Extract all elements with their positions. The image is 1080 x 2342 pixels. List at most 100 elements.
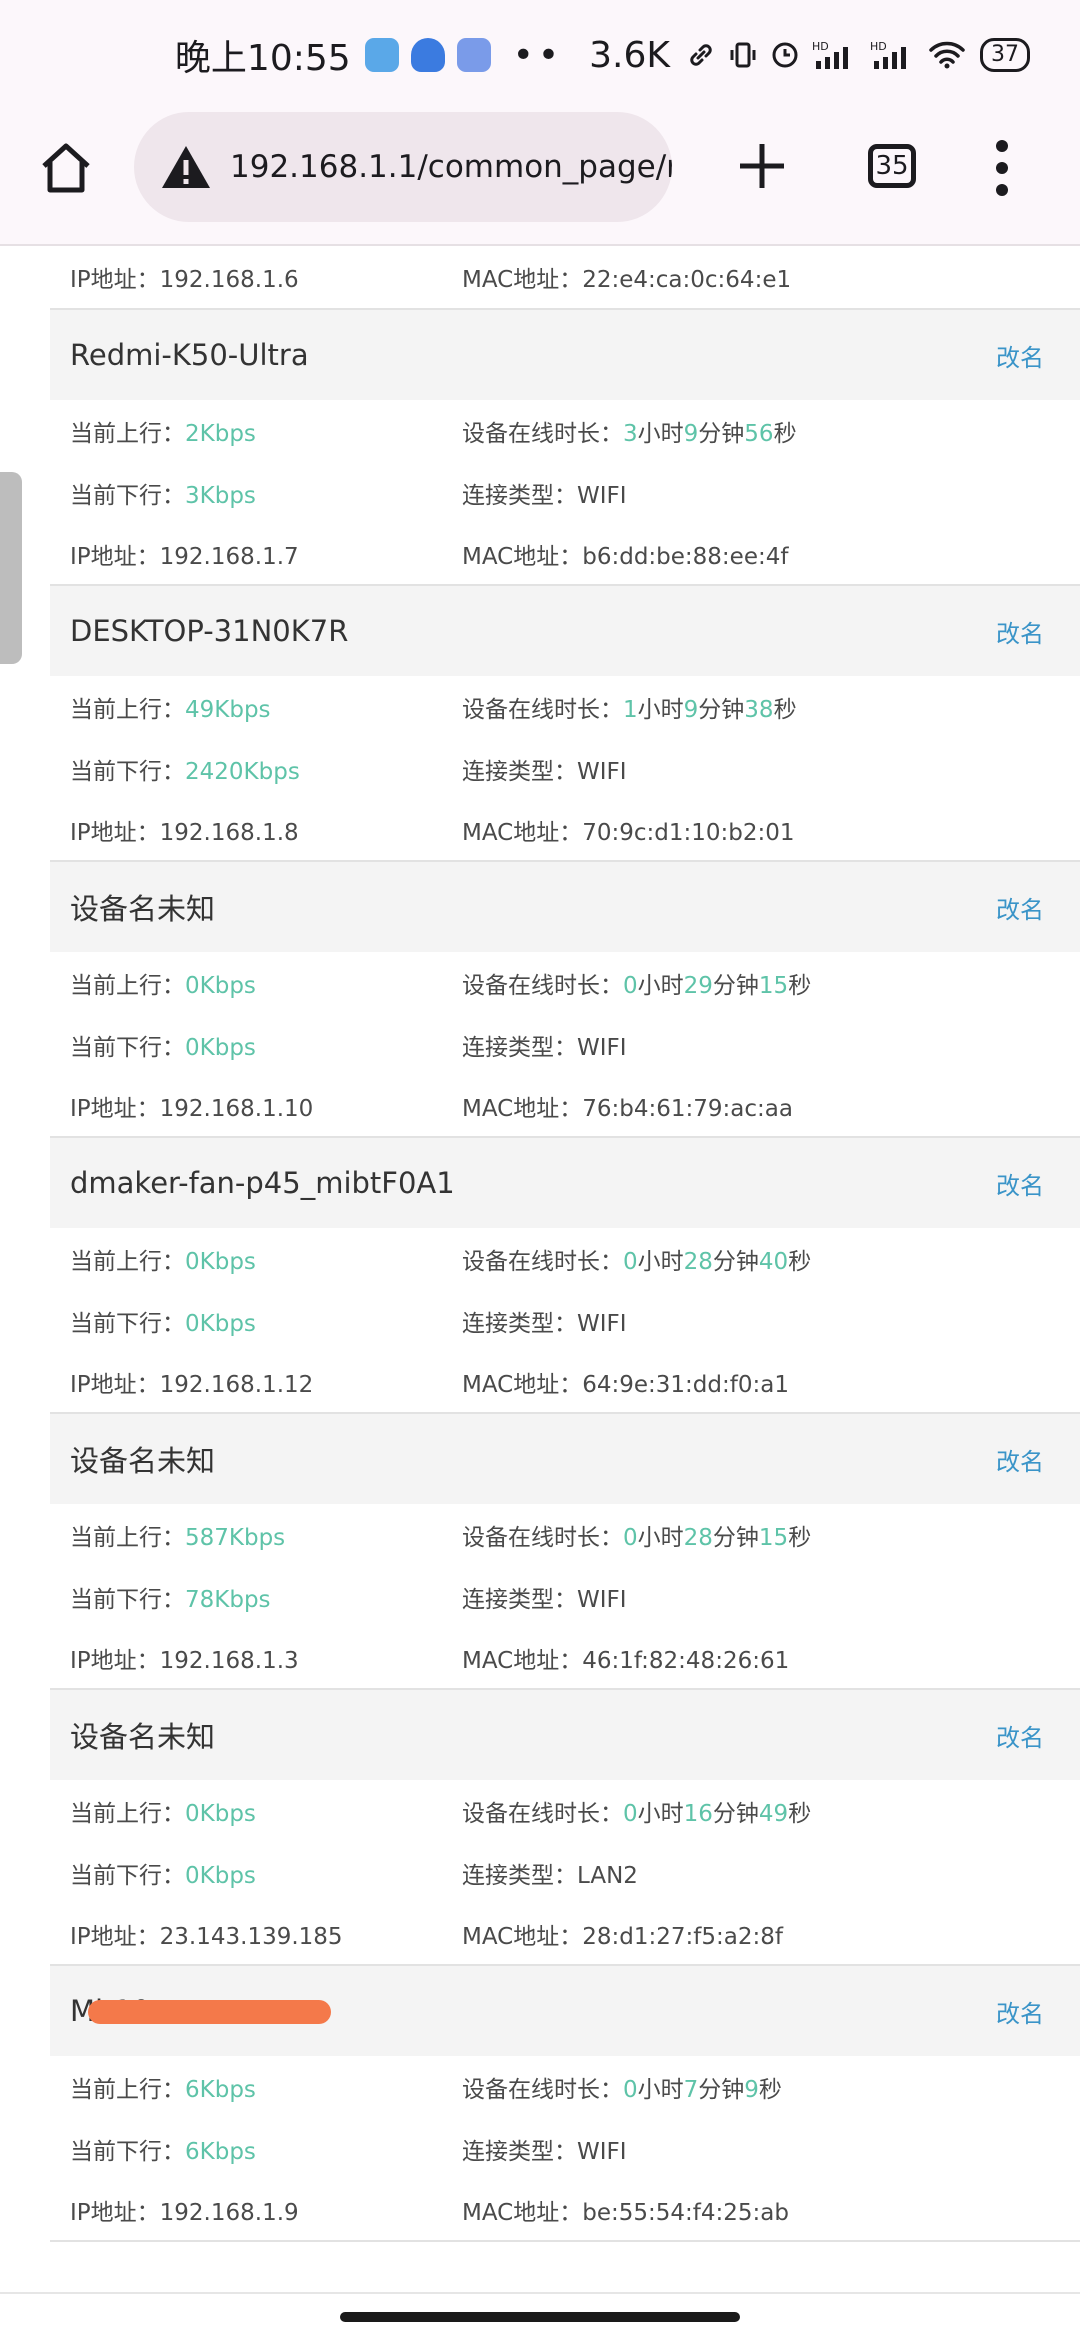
minutes-unit: 分钟 [698,421,745,447]
download-label: 当前下行： [70,1587,185,1613]
online-seconds: 40 [758,1249,789,1275]
upload-value: 0Kbps [185,973,256,999]
network-speed: 3.6K [589,34,670,76]
online-label: 设备在线时长： [462,2077,623,2103]
mac-address: MAC地址：64:9e:31:dd:f0:a1 [462,1372,789,1398]
device-row-upload: 当前上行：49Kbps 设备在线时长：1小时9分钟38秒 [50,676,1080,738]
hours-unit: 小时 [637,973,684,999]
connection-type: 连接类型：WIFI [462,483,627,509]
rename-button[interactable]: 改名 [996,1442,1044,1477]
download-label: 当前下行： [70,1863,185,1889]
seconds-unit: 秒 [758,2077,782,2103]
online-seconds: 38 [744,697,774,723]
online-label: 设备在线时长： [462,697,623,723]
online-hours: 0 [623,1525,638,1551]
device-row-address: IP地址：23.143.139.185 MAC地址：28:d1:27:f5:a2:… [50,1904,1080,1966]
svg-text:HD: HD [870,40,887,53]
upload-rate: 当前上行：6Kbps [50,2070,462,2104]
rename-button[interactable]: 改名 [996,890,1044,925]
device-row-download: 当前下行：2420Kbps 连接类型：WIFI [50,738,1080,800]
upload-label: 当前上行： [70,973,185,999]
device-header: 设备名未知 改名 [50,862,1080,952]
online-hours: 3 [623,421,638,447]
ip-address: IP地址：192.168.1.12 [70,1372,314,1398]
rename-button[interactable]: 改名 [996,338,1044,373]
upload-value: 49Kbps [185,697,271,723]
device-header: 设备名未知 改名 [50,1690,1080,1780]
connection-type: 连接类型：WIFI [462,759,627,785]
scrollbar-thumb[interactable] [0,472,22,664]
new-tab-icon[interactable] [734,138,790,194]
home-indicator[interactable] [340,2312,740,2322]
device-row-upload: 当前上行：0Kbps 设备在线时长：0小时16分钟49秒 [50,1780,1080,1842]
rename-button[interactable]: 改名 [996,614,1044,649]
online-label: 设备在线时长： [462,973,623,999]
ip-address: IP地址：192.168.1.7 [70,544,299,570]
ip-address: IP地址：192.168.1.8 [70,820,299,846]
notification-app-icon [364,38,399,72]
device-row-upload: 当前上行：0Kbps 设备在线时长：0小时29分钟15秒 [50,952,1080,1014]
hours-unit: 小时 [637,2077,684,2103]
online-minutes: 16 [683,1801,713,1827]
download-rate: 当前下行：3Kbps [50,476,462,510]
url-bar[interactable]: 192.168.1.1/common_page/main. [134,112,672,222]
device-header: 设备名未知 改名 [50,1414,1080,1504]
mac-address: MAC地址：22:e4:ca:0c:64:e1 [462,267,792,293]
minutes-unit: 分钟 [712,973,759,999]
online-hours: 0 [623,973,638,999]
more-notifications-icon: •• [512,34,564,76]
download-label: 当前下行： [70,1311,185,1337]
device-name: 设备名未知 [70,1720,216,1754]
device-row-upload: 当前上行：2Kbps 设备在线时长：3小时9分钟56秒 [50,400,1080,462]
rename-button[interactable]: 改名 [996,1994,1044,2029]
download-value: 0Kbps [185,1311,256,1337]
upload-rate: 当前上行：0Kbps [50,966,462,1000]
home-icon[interactable] [38,140,94,196]
download-rate: 当前下行：6Kbps [50,2132,462,2166]
upload-rate: 当前上行：587Kbps [50,1518,462,1552]
minutes-unit: 分钟 [698,2077,745,2103]
online-label: 设备在线时长： [462,1525,623,1551]
online-minutes: 28 [683,1525,713,1551]
tab-switcher-button[interactable]: 35 [868,144,916,188]
rename-button[interactable]: 改名 [996,1166,1044,1201]
device-card: 设备名未知 改名 当前上行：0Kbps 设备在线时长：0小时29分钟15秒 当前下行：0… [50,862,1080,1138]
notification-mountain-icon [456,38,491,72]
rename-button[interactable]: 改名 [996,1718,1044,1753]
hours-unit: 小时 [637,421,684,447]
download-label: 当前下行： [70,1035,185,1061]
online-seconds: 9 [744,2077,759,2103]
url-text[interactable]: 192.168.1.1/common_page/main. [230,149,672,185]
download-value: 78Kbps [185,1587,271,1613]
connection-type: 连接类型：WIFI [462,1035,627,1061]
device-row-download: 当前下行：0Kbps 连接类型：WIFI [50,1290,1080,1352]
mac-address: MAC地址：76:b4:61:79:ac:aa [462,1096,793,1122]
download-rate: 当前下行：2420Kbps [50,752,462,786]
seconds-unit: 秒 [788,1249,812,1275]
device-ip-row: IP地址：192.168.1.6 MAC地址：22:e4:ca:0c:64:e1 [50,246,1080,310]
mac-address: MAC地址：28:d1:27:f5:a2:8f [462,1924,783,1950]
online-minutes: 9 [683,697,699,723]
connection-type: 连接类型：LAN2 [462,1863,638,1889]
device-row-address: IP地址：192.168.1.10 MAC地址：76:b4:61:79:ac:aa [50,1076,1080,1138]
device-card: dmaker-fan-p45_mibtF0A1 改名 当前上行：0Kbps 设备在线时… [50,1138,1080,1414]
download-rate: 当前下行：0Kbps [50,1304,462,1338]
online-label: 设备在线时长： [462,421,623,447]
online-seconds: 49 [758,1801,789,1827]
device-card: Redmi-K50-Ultra 改名 当前上行：2Kbps 设备在线时长：3小时9分钟… [50,310,1080,586]
device-row-address: IP地址：192.168.1.8 MAC地址：70:9c:d1:10:b2:01 [50,800,1080,862]
status-time: 晚上10:55 [174,38,351,79]
device-row-address: IP地址：192.168.1.7 MAC地址：b6:dd:be:88:ee:4f [50,524,1080,586]
download-rate: 当前下行：0Kbps [50,1028,462,1062]
download-label: 当前下行： [70,759,185,785]
seconds-unit: 秒 [773,697,797,723]
mac-address: MAC地址：46:1f:82:48:26:61 [462,1648,790,1674]
device-header: dmaker-fan-p45_mibtF0A1 改名 [50,1138,1080,1228]
minutes-unit: 分钟 [712,1249,759,1275]
online-hours: 1 [623,697,638,723]
more-menu-icon[interactable] [990,140,1014,196]
signal-hd-icon-1: HD [812,39,858,71]
device-header: Redmi-K50-Ultra 改名 [50,310,1080,400]
hours-unit: 小时 [637,697,684,723]
upload-label: 当前上行： [70,697,185,723]
